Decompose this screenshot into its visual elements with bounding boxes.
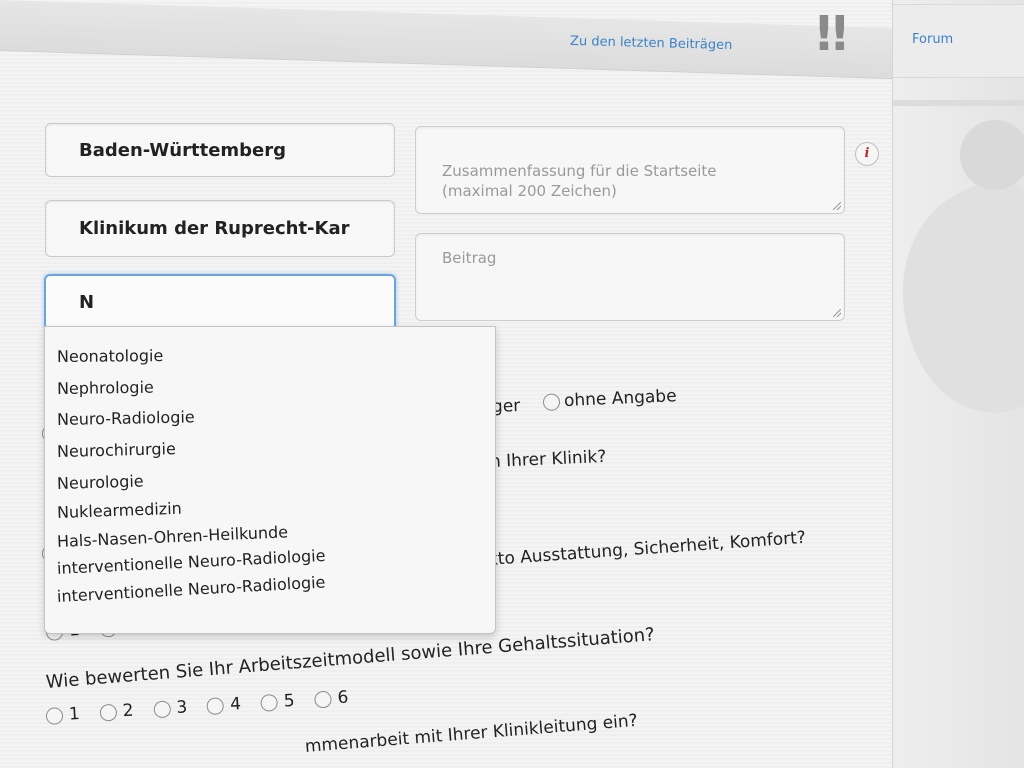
dropdown-option[interactable]: Hals-Nasen-Ohren-Heilkunde — [57, 522, 289, 551]
question-1-fragment: n Ihrer Klinik? — [489, 446, 607, 472]
post-textarea[interactable]: Beitrag — [415, 233, 845, 321]
state-select-value: Baden-Württemberg — [79, 139, 287, 161]
logo-watermark-head — [960, 120, 1024, 190]
post-placeholder: Beitrag — [442, 249, 497, 267]
radio-label: 6 — [336, 687, 350, 709]
alert-icon[interactable]: !! — [813, 10, 851, 58]
dropdown-option[interactable]: Neurologie — [57, 471, 144, 493]
radio-label: 5 — [283, 690, 296, 712]
dropdown-option[interactable]: interventionelle Neuro-Radiologie — [57, 546, 326, 578]
info-icon[interactable]: i — [855, 142, 879, 166]
summary-textarea[interactable]: Zusammenfassung für die Startseite (maxi… — [415, 126, 845, 214]
forum-link[interactable]: Forum — [912, 32, 953, 47]
specialty-input[interactable]: N — [44, 274, 396, 331]
radio-button[interactable] — [260, 693, 279, 712]
radio-label: 4 — [229, 694, 242, 715]
question-2-fragment: kto Ausstattung, Sicherheit, Komfort? — [487, 527, 807, 570]
radio-label: 2 — [122, 700, 135, 722]
radio-button[interactable] — [45, 706, 64, 725]
dropdown-option[interactable]: Neuro-Radiologie — [57, 407, 195, 429]
state-select[interactable]: Baden-Württemberg — [45, 123, 395, 177]
dropdown-option[interactable]: Nuklearmedizin — [57, 499, 182, 522]
rating-row-2: 1 2 3 4 5 6 — [45, 686, 369, 726]
dropdown-option[interactable]: Nephrologie — [57, 378, 154, 398]
top-bar — [0, 0, 892, 80]
radio-button[interactable] — [542, 392, 561, 411]
sidebar-divider — [893, 100, 1024, 106]
dropdown-option[interactable]: Neurochirurgie — [57, 439, 176, 461]
question-4-fragment: mmenarbeit mit Ihrer Klinikleitung ein? — [304, 710, 639, 757]
radio-label: 3 — [175, 697, 188, 719]
clinic-select[interactable]: Klinikum der Ruprecht-Kar — [45, 200, 395, 257]
gender-option-none[interactable]: ohne Angabe — [542, 385, 697, 412]
dropdown-option[interactable]: interventionelle Neuro-Radiologie — [56, 572, 325, 606]
dropdown-option[interactable]: Neonatologie — [57, 346, 163, 366]
radio-button[interactable] — [206, 696, 225, 715]
main-panel: Zu den letzten Beiträgen !! Baden-Württe… — [0, 0, 893, 768]
radio-button[interactable] — [314, 690, 333, 709]
radio-button[interactable] — [99, 703, 118, 722]
radio-label: 1 — [68, 703, 81, 725]
autocomplete-dropdown: Neonatologie Nephrologie Neuro-Radiologi… — [44, 326, 496, 634]
clinic-select-value: Klinikum der Ruprecht-Kar — [79, 218, 350, 239]
radio-button[interactable] — [152, 699, 171, 718]
radio-label: ohne Angabe — [563, 386, 677, 412]
summary-placeholder: Zusammenfassung für die Startseite (maxi… — [442, 162, 717, 200]
resize-grip-icon[interactable] — [833, 202, 841, 210]
resize-grip-icon[interactable] — [833, 309, 841, 317]
specialty-input-value: N — [79, 292, 95, 313]
